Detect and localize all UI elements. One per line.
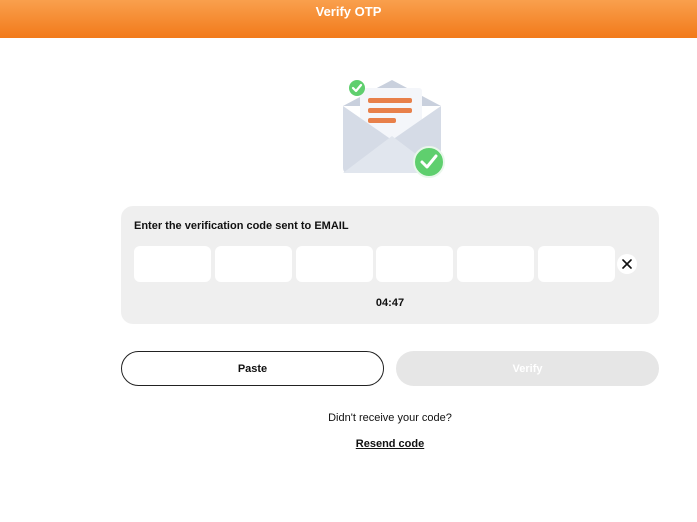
otp-digit-4[interactable] [376,246,453,282]
verify-button[interactable]: Verify [396,351,659,386]
no-code-text: Didn't receive your code? [328,412,452,424]
resend-code-link[interactable]: Resend code [0,438,697,450]
otp-digit-6[interactable] [538,246,615,282]
otp-digit-3[interactable] [296,246,373,282]
otp-digit-2[interactable] [215,246,292,282]
paste-button[interactable]: Paste [121,351,384,386]
otp-digit-1[interactable] [134,246,211,282]
countdown-timer: 04:47 [375,297,405,309]
envelope-check-icon [338,76,450,180]
verification-card: Enter the verification code sent to EMAI… [121,206,659,324]
otp-page: Verify OTP Enter the verification code s… [0,0,697,522]
verification-prompt: Enter the verification code sent to EMAI… [134,220,349,232]
clear-otp-button[interactable] [617,254,637,274]
header-bar: Verify OTP [0,0,697,38]
page-title: Verify OTP [315,4,382,19]
close-icon [622,259,632,269]
otp-digit-5[interactable] [457,246,534,282]
